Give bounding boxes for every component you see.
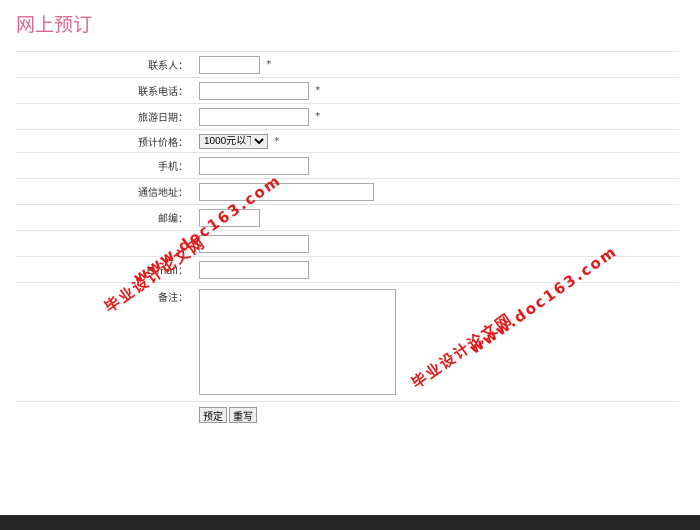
address-input[interactable] (199, 182, 374, 201)
footer-bar (0, 515, 700, 530)
required-mark: * (315, 111, 321, 122)
required-mark: * (266, 59, 272, 70)
form-row-postcode: 邮编： (16, 204, 679, 231)
date-input[interactable] (199, 107, 309, 126)
form-row-price: 预计价格： 1000元以下 * (16, 129, 679, 153)
mobile-label: 手机： (158, 162, 188, 173)
form-row-contact: 联系人： * (16, 51, 679, 78)
form-row-buttons: 预定 重写 (16, 401, 679, 428)
required-mark: * (274, 135, 280, 147)
mobile-input[interactable] (199, 156, 309, 175)
form-row-unlabeled (16, 230, 679, 257)
price-label: 预计价格： (138, 137, 188, 149)
postcode-label: 邮编： (158, 214, 188, 225)
form-row-mobile: 手机： (16, 152, 679, 179)
form-row-address: 通信地址： (16, 178, 679, 205)
phone-input[interactable] (199, 81, 309, 100)
address-label: 通信地址： (138, 188, 188, 199)
form-row-phone: 联系电话： * (16, 77, 679, 104)
date-label: 旅游日期： (138, 113, 188, 124)
remark-textarea[interactable] (199, 289, 396, 395)
reset-button[interactable]: 重写 (229, 406, 257, 423)
contact-label: 联系人： (148, 61, 188, 72)
submit-button[interactable]: 预定 (199, 406, 227, 423)
price-select[interactable]: 1000元以下 (199, 133, 268, 149)
required-mark: * (315, 85, 321, 96)
email-input[interactable] (199, 260, 309, 279)
phone-label: 联系电话： (138, 87, 188, 98)
booking-form: 联系人： * 联系电话： * 旅游日期： * 预计价格： 1000元以下 * 手… (16, 51, 679, 428)
page-title: 网上预订 (16, 14, 93, 36)
form-row-date: 旅游日期： * (16, 103, 679, 130)
unlabeled-input[interactable] (199, 234, 309, 253)
contact-input[interactable] (199, 55, 260, 74)
